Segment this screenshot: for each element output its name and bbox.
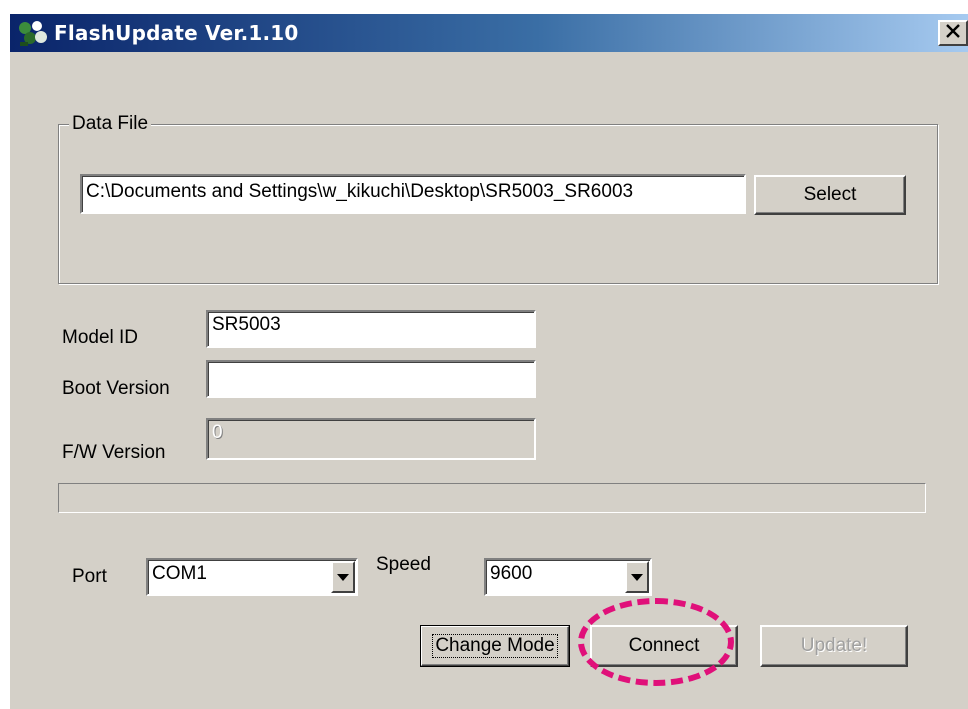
- close-icon: [946, 23, 960, 43]
- boot-version-label: Boot Version: [62, 378, 170, 399]
- window-title: FlashUpdate Ver.1.10: [54, 21, 299, 45]
- model-id-field[interactable]: SR5003: [206, 310, 536, 348]
- fw-version-label: F/W Version: [62, 442, 166, 463]
- select-button-label: Select: [803, 184, 857, 205]
- port-selected-value: COM1: [152, 563, 207, 584]
- port-dropdown[interactable]: COM1: [146, 558, 358, 596]
- speed-label: Speed: [376, 554, 431, 575]
- model-id-label: Model ID: [62, 327, 139, 348]
- speed-dropdown-button[interactable]: [625, 561, 649, 593]
- update-button: Update!: [760, 625, 908, 667]
- select-button[interactable]: Select: [754, 175, 906, 215]
- flashupdate-window: FlashUpdate Ver.1.10 Data File C:\Docume…: [8, 12, 968, 709]
- progress-bar: [58, 483, 926, 513]
- chevron-down-icon: [631, 573, 643, 581]
- change-mode-button-label: Change Mode: [432, 634, 558, 658]
- change-mode-button[interactable]: Change Mode: [420, 625, 570, 667]
- boot-version-field[interactable]: [206, 360, 536, 398]
- speed-selected-value: 9600: [490, 563, 533, 584]
- data-file-path-field[interactable]: C:\Documents and Settings\w_kikuchi\Desk…: [80, 174, 746, 214]
- update-button-label: Update!: [800, 635, 868, 656]
- connect-highlight-annotation: [578, 598, 734, 686]
- chevron-down-icon: [337, 573, 349, 581]
- speed-dropdown[interactable]: 9600: [484, 558, 652, 596]
- close-button[interactable]: [938, 20, 968, 46]
- flashupdate-app-icon: [16, 18, 50, 48]
- title-bar[interactable]: FlashUpdate Ver.1.10: [10, 14, 968, 52]
- fw-version-field: 0: [206, 418, 536, 460]
- data-file-legend: Data File: [69, 113, 152, 135]
- port-label: Port: [72, 566, 107, 587]
- port-dropdown-button[interactable]: [331, 561, 355, 593]
